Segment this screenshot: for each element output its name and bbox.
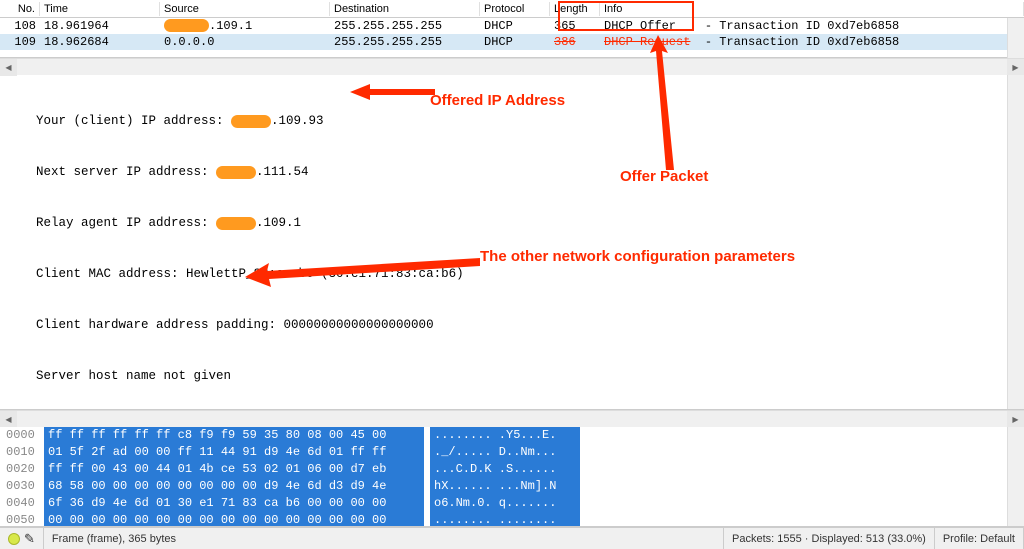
cell-no: 109 [0,35,40,49]
cell-time: 18.961964 [40,19,160,33]
cell-proto: DHCP [480,19,550,33]
bytes-hex[interactable]: ff ff ff ff ff ff c8 f9 f9 59 35 80 08 0… [44,427,424,444]
status-frame: Frame (frame), 365 bytes [44,528,724,549]
bytes-hex[interactable]: 01 5f 2f ad 00 00 ff 11 44 91 d9 4e 6d 0… [44,444,424,461]
status-packets: Packets: 1555 · Displayed: 513 (33.0%) [724,528,935,549]
bytes-ascii[interactable]: ._/..... D..Nm... [430,444,580,461]
bytes-offset: 0050 [0,512,44,527]
status-bar: ✎ Frame (frame), 365 bytes Packets: 1555… [0,527,1024,549]
col-header-no[interactable]: No. [0,2,40,16]
packet-row[interactable]: 108 18.961964 .109.1 255.255.255.255 DHC… [0,18,1024,34]
detail-client-ip[interactable]: Your (client) IP address: .109.93 [8,113,1024,130]
detail-mac[interactable]: Client MAC address: HewlettP_83:ca:b6 (3… [8,266,1024,283]
packet-list-header: No. Time Source Destination Protocol Len… [0,0,1024,18]
capture-indicator-icon [8,533,20,545]
detail-server-host[interactable]: Server host name not given [8,368,1024,385]
packet-list-vscroll[interactable] [1007,18,1024,58]
bytes-hex[interactable]: 6f 36 d9 4e 6d 01 30 e1 71 83 ca b6 00 0… [44,495,424,512]
scroll-left-icon[interactable]: ◀ [0,411,17,428]
cell-len: 365 [550,19,600,33]
cell-info: DHCP Request - Transaction ID 0xd7eb6858 [600,35,1024,49]
scroll-right-icon[interactable]: ▶ [1007,59,1024,76]
bytes-offset: 0010 [0,444,44,461]
col-header-dst[interactable]: Destination [330,2,480,16]
col-header-len[interactable]: Length [550,2,600,16]
bytes-ascii[interactable]: o6.Nm.0. q....... [430,495,580,512]
col-header-proto[interactable]: Protocol [480,2,550,16]
bytes-row[interactable]: 0000ff ff ff ff ff ff c8 f9 f9 59 35 80 … [0,427,1024,444]
cell-time: 18.962684 [40,35,160,49]
cell-src: 0.0.0.0 [160,35,330,49]
bytes-row[interactable]: 0020ff ff 00 43 00 44 01 4b ce 53 02 01 … [0,461,1024,478]
cell-src: .109.1 [160,19,330,33]
cell-len: 386 [550,35,600,49]
bytes-offset: 0030 [0,478,44,495]
detail-next-server[interactable]: Next server IP address: .111.54 [8,164,1024,181]
status-indicator[interactable]: ✎ [0,528,44,549]
bytes-row[interactable]: 005000 00 00 00 00 00 00 00 00 00 00 00 … [0,512,1024,527]
bytes-ascii[interactable]: ........ ........ [430,512,580,527]
bytes-ascii[interactable]: ...C.D.K .S...... [430,461,580,478]
bytes-hex[interactable]: ff ff 00 43 00 44 01 4b ce 53 02 01 06 0… [44,461,424,478]
scroll-right-icon[interactable]: ▶ [1007,411,1024,428]
col-header-info[interactable]: Info [600,2,1024,16]
col-header-time[interactable]: Time [40,2,160,16]
cell-info: DHCP Offer - Transaction ID 0xd7eb6858 [600,19,1024,33]
packet-list-hscroll[interactable]: ◀ ▶ [0,58,1024,75]
status-profile[interactable]: Profile: Default [935,528,1024,549]
packet-row-selected[interactable]: 109 18.962684 0.0.0.0 255.255.255.255 DH… [0,34,1024,50]
details-hscroll[interactable]: ◀ ▶ [0,410,1024,427]
col-header-src[interactable]: Source [160,2,330,16]
bytes-row[interactable]: 001001 5f 2f ad 00 00 ff 11 44 91 d9 4e … [0,444,1024,461]
bytes-offset: 0000 [0,427,44,444]
packet-list-pane: No. Time Source Destination Protocol Len… [0,0,1024,58]
detail-padding[interactable]: Client hardware address padding: 0000000… [8,317,1024,334]
bytes-row[interactable]: 003068 58 00 00 00 00 00 00 00 00 d9 4e … [0,478,1024,495]
packet-details-pane[interactable]: Your (client) IP address: .109.93 Next s… [0,75,1024,410]
bytes-offset: 0020 [0,461,44,478]
cell-proto: DHCP [480,35,550,49]
scroll-left-icon[interactable]: ◀ [0,59,17,76]
bytes-vscroll[interactable] [1007,427,1024,526]
redacted-ip [216,217,256,230]
bytes-row[interactable]: 00406f 36 d9 4e 6d 01 30 e1 71 83 ca b6 … [0,495,1024,512]
cell-dst: 255.255.255.255 [330,35,480,49]
packet-bytes-pane[interactable]: 0000ff ff ff ff ff ff c8 f9 f9 59 35 80 … [0,427,1024,527]
details-vscroll[interactable] [1007,75,1024,409]
redacted-ip [216,166,256,179]
cell-no: 108 [0,19,40,33]
cell-dst: 255.255.255.255 [330,19,480,33]
bytes-ascii[interactable]: ........ .Y5...E. [430,427,580,444]
detail-relay[interactable]: Relay agent IP address: .109.1 [8,215,1024,232]
edit-icon[interactable]: ✎ [24,531,35,547]
bytes-offset: 0040 [0,495,44,512]
bytes-hex[interactable]: 00 00 00 00 00 00 00 00 00 00 00 00 00 0… [44,512,424,527]
redacted-ip [164,19,209,32]
redacted-ip [231,115,271,128]
bytes-ascii[interactable]: hX...... ...Nm].N [430,478,580,495]
bytes-hex[interactable]: 68 58 00 00 00 00 00 00 00 00 d9 4e 6d d… [44,478,424,495]
